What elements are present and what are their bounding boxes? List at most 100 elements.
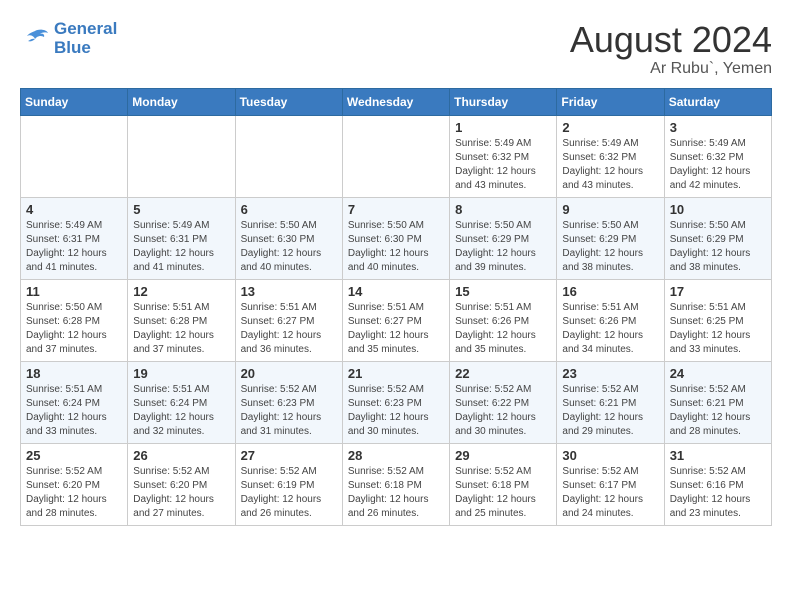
day-number: 2 xyxy=(562,120,658,135)
day-number: 1 xyxy=(455,120,551,135)
day-number: 24 xyxy=(670,366,766,381)
calendar-cell: 28 Sunrise: 5:52 AMSunset: 6:18 PMDayligh… xyxy=(342,443,449,525)
day-number: 11 xyxy=(26,284,122,299)
day-info: Sunrise: 5:51 AMSunset: 6:25 PMDaylight:… xyxy=(670,301,766,357)
day-info: Sunrise: 5:50 AMSunset: 6:30 PMDaylight:… xyxy=(241,219,337,275)
calendar-cell: 7 Sunrise: 5:50 AMSunset: 6:30 PMDaylight… xyxy=(342,197,449,279)
day-number: 13 xyxy=(241,284,337,299)
calendar-cell: 2 Sunrise: 5:49 AMSunset: 6:32 PMDaylight… xyxy=(557,115,664,197)
day-info: Sunrise: 5:51 AMSunset: 6:24 PMDaylight:… xyxy=(133,383,229,439)
day-number: 22 xyxy=(455,366,551,381)
calendar-cell: 24Sunrise: 5:52 AMSunset: 6:21 PMDayligh… xyxy=(664,361,771,443)
calendar-cell: 23 Sunrise: 5:52 AMSunset: 6:21 PMDayligh… xyxy=(557,361,664,443)
weekday-header-saturday: Saturday xyxy=(664,88,771,115)
day-number: 26 xyxy=(133,448,229,463)
day-number: 20 xyxy=(241,366,337,381)
day-info: Sunrise: 5:52 AMSunset: 6:20 PMDaylight:… xyxy=(26,465,122,521)
day-number: 17 xyxy=(670,284,766,299)
calendar-week-3: 11 Sunrise: 5:50 AMSunset: 6:28 PMDayligh… xyxy=(21,279,772,361)
day-info: Sunrise: 5:49 AMSunset: 6:31 PMDaylight:… xyxy=(26,219,122,275)
day-number: 16 xyxy=(562,284,658,299)
weekday-header-wednesday: Wednesday xyxy=(342,88,449,115)
day-number: 7 xyxy=(348,202,444,217)
calendar-cell: 8 Sunrise: 5:50 AMSunset: 6:29 PMDaylight… xyxy=(450,197,557,279)
calendar-cell: 25 Sunrise: 5:52 AMSunset: 6:20 PMDayligh… xyxy=(21,443,128,525)
calendar-cell: 27Sunrise: 5:52 AMSunset: 6:19 PMDayligh… xyxy=(235,443,342,525)
day-info: Sunrise: 5:51 AMSunset: 6:27 PMDaylight:… xyxy=(241,301,337,357)
weekday-header-thursday: Thursday xyxy=(450,88,557,115)
calendar-cell xyxy=(235,115,342,197)
calendar-header: SundayMondayTuesdayWednesdayThursdayFrid… xyxy=(21,88,772,115)
day-number: 25 xyxy=(26,448,122,463)
weekday-header-friday: Friday xyxy=(557,88,664,115)
calendar-cell: 18Sunrise: 5:51 AMSunset: 6:24 PMDayligh… xyxy=(21,361,128,443)
month-year-title: August 2024 xyxy=(570,20,772,60)
day-info: Sunrise: 5:50 AMSunset: 6:30 PMDaylight:… xyxy=(348,219,444,275)
calendar-table: SundayMondayTuesdayWednesdayThursdayFrid… xyxy=(20,88,772,526)
day-info: Sunrise: 5:49 AMSunset: 6:32 PMDaylight:… xyxy=(670,137,766,193)
day-info: Sunrise: 5:51 AMSunset: 6:28 PMDaylight:… xyxy=(133,301,229,357)
page-header: General Blue August 2024 Ar Rubu`, Yemen xyxy=(20,20,772,78)
calendar-cell: 3Sunrise: 5:49 AMSunset: 6:32 PMDaylight… xyxy=(664,115,771,197)
day-info: Sunrise: 5:52 AMSunset: 6:17 PMDaylight:… xyxy=(562,465,658,521)
location-subtitle: Ar Rubu`, Yemen xyxy=(570,60,772,78)
calendar-cell: 19 Sunrise: 5:51 AMSunset: 6:24 PMDayligh… xyxy=(128,361,235,443)
day-number: 21 xyxy=(348,366,444,381)
day-number: 8 xyxy=(455,202,551,217)
day-info: Sunrise: 5:52 AMSunset: 6:16 PMDaylight:… xyxy=(670,465,766,521)
day-info: Sunrise: 5:49 AMSunset: 6:32 PMDaylight:… xyxy=(562,137,658,193)
calendar-cell: 1Sunrise: 5:49 AMSunset: 6:32 PMDaylight… xyxy=(450,115,557,197)
day-info: Sunrise: 5:50 AMSunset: 6:29 PMDaylight:… xyxy=(455,219,551,275)
calendar-cell xyxy=(128,115,235,197)
day-info: Sunrise: 5:51 AMSunset: 6:27 PMDaylight:… xyxy=(348,301,444,357)
weekday-header-sunday: Sunday xyxy=(21,88,128,115)
calendar-cell: 31Sunrise: 5:52 AMSunset: 6:16 PMDayligh… xyxy=(664,443,771,525)
day-info: Sunrise: 5:52 AMSunset: 6:21 PMDaylight:… xyxy=(562,383,658,439)
calendar-cell: 17 Sunrise: 5:51 AMSunset: 6:25 PMDayligh… xyxy=(664,279,771,361)
day-info: Sunrise: 5:51 AMSunset: 6:26 PMDaylight:… xyxy=(562,301,658,357)
calendar-cell: 30 Sunrise: 5:52 AMSunset: 6:17 PMDayligh… xyxy=(557,443,664,525)
day-info: Sunrise: 5:50 AMSunset: 6:29 PMDaylight:… xyxy=(562,219,658,275)
day-info: Sunrise: 5:52 AMSunset: 6:23 PMDaylight:… xyxy=(348,383,444,439)
calendar-cell: 21 Sunrise: 5:52 AMSunset: 6:23 PMDayligh… xyxy=(342,361,449,443)
day-number: 12 xyxy=(133,284,229,299)
day-info: Sunrise: 5:52 AMSunset: 6:22 PMDaylight:… xyxy=(455,383,551,439)
calendar-cell: 15Sunrise: 5:51 AMSunset: 6:26 PMDayligh… xyxy=(450,279,557,361)
calendar-week-1: 1 Sunrise: 5:49 AMSunset: 6:32 PMDaylight… xyxy=(21,115,772,197)
day-info: Sunrise: 5:50 AMSunset: 6:28 PMDaylight:… xyxy=(26,301,122,357)
calendar-cell: 22 Sunrise: 5:52 AMSunset: 6:22 PMDayligh… xyxy=(450,361,557,443)
day-number: 30 xyxy=(562,448,658,463)
day-number: 27 xyxy=(241,448,337,463)
day-info: Sunrise: 5:52 AMSunset: 6:20 PMDaylight:… xyxy=(133,465,229,521)
calendar-cell: 16 Sunrise: 5:51 AMSunset: 6:26 PMDayligh… xyxy=(557,279,664,361)
day-number: 18 xyxy=(26,366,122,381)
day-number: 14 xyxy=(348,284,444,299)
calendar-cell: 13 Sunrise: 5:51 AMSunset: 6:27 PMDayligh… xyxy=(235,279,342,361)
day-number: 6 xyxy=(241,202,337,217)
day-number: 29 xyxy=(455,448,551,463)
calendar-cell xyxy=(342,115,449,197)
day-info: Sunrise: 5:52 AMSunset: 6:18 PMDaylight:… xyxy=(455,465,551,521)
day-info: Sunrise: 5:50 AMSunset: 6:29 PMDaylight:… xyxy=(670,219,766,275)
calendar-week-5: 25 Sunrise: 5:52 AMSunset: 6:20 PMDayligh… xyxy=(21,443,772,525)
day-info: Sunrise: 5:52 AMSunset: 6:18 PMDaylight:… xyxy=(348,465,444,521)
calendar-cell xyxy=(21,115,128,197)
calendar-week-2: 4Sunrise: 5:49 AMSunset: 6:31 PMDaylight… xyxy=(21,197,772,279)
day-number: 23 xyxy=(562,366,658,381)
calendar-cell: 14 Sunrise: 5:51 AMSunset: 6:27 PMDayligh… xyxy=(342,279,449,361)
weekday-row: SundayMondayTuesdayWednesdayThursdayFrid… xyxy=(21,88,772,115)
day-number: 28 xyxy=(348,448,444,463)
calendar-cell: 5Sunrise: 5:49 AMSunset: 6:31 PMDaylight… xyxy=(128,197,235,279)
day-number: 9 xyxy=(562,202,658,217)
day-number: 5 xyxy=(133,202,229,217)
title-block: August 2024 Ar Rubu`, Yemen xyxy=(570,20,772,78)
calendar-cell: 12 Sunrise: 5:51 AMSunset: 6:28 PMDayligh… xyxy=(128,279,235,361)
calendar-cell: 26 Sunrise: 5:52 AMSunset: 6:20 PMDayligh… xyxy=(128,443,235,525)
day-info: Sunrise: 5:52 AMSunset: 6:23 PMDaylight:… xyxy=(241,383,337,439)
day-info: Sunrise: 5:51 AMSunset: 6:26 PMDaylight:… xyxy=(455,301,551,357)
day-number: 10 xyxy=(670,202,766,217)
calendar-cell: 10 Sunrise: 5:50 AMSunset: 6:29 PMDayligh… xyxy=(664,197,771,279)
day-number: 19 xyxy=(133,366,229,381)
calendar-week-4: 18 Sunrise: 5:51 AMSunset: 6:24 PMDayligh… xyxy=(21,361,772,443)
calendar-cell: 11 Sunrise: 5:50 AMSunset: 6:28 PMDayligh… xyxy=(21,279,128,361)
